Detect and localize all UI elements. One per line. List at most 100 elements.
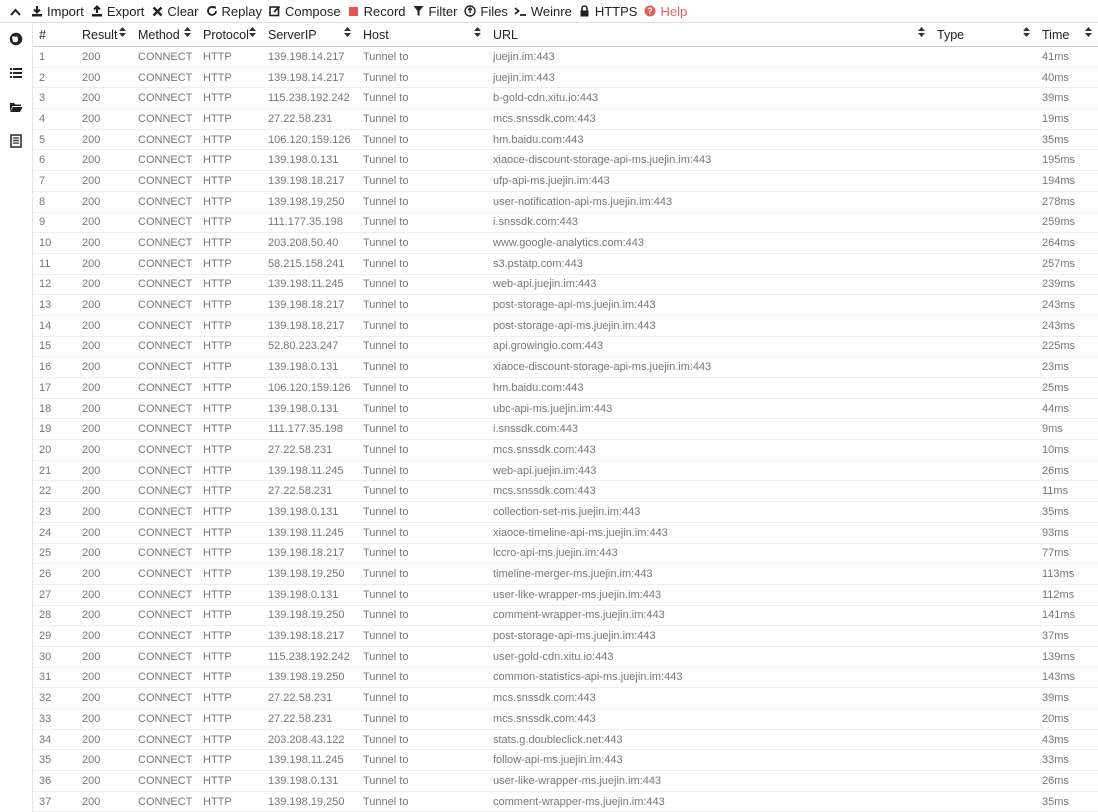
cell-host: Tunnel to [357, 232, 487, 254]
cell-index: 23 [33, 501, 76, 523]
column-header-time[interactable]: Time [1036, 23, 1098, 47]
cell-time: 33ms [1036, 749, 1098, 772]
table-row[interactable]: 2 200 CONNECT HTTP 139.198.14.217 Tunnel to ju… [33, 67, 1098, 89]
sidebar-network-button[interactable] [0, 23, 32, 57]
column-header-result[interactable]: Result [76, 23, 132, 47]
cell-result: 200 [76, 460, 132, 482]
table-row[interactable]: 7 200 CONNECT HTTP 139.198.18.217 Tunnel to uf… [33, 170, 1098, 192]
export-button[interactable]: Export [90, 0, 151, 22]
cell-protocol: HTTP [197, 253, 262, 275]
table-row[interactable]: 4 200 CONNECT HTTP 27.22.58.231 Tunnel to mcs.… [33, 108, 1098, 130]
sidebar-folder-button[interactable] [0, 91, 32, 125]
cell-result: 200 [76, 274, 132, 296]
cell-result: 200 [76, 253, 132, 275]
sidebar-values-button[interactable] [0, 125, 32, 159]
cell-host: Tunnel to [357, 294, 487, 316]
filter-button[interactable]: Filter [412, 0, 464, 22]
cell-method: CONNECT [132, 543, 197, 565]
cell-protocol: HTTP [197, 770, 262, 792]
cell-index: 35 [33, 749, 76, 772]
cell-method: CONNECT [132, 315, 197, 337]
cell-time: 10ms [1036, 439, 1098, 461]
table-row[interactable]: 35 200 CONNECT HTTP 139.198.11.245 Tunnel to f… [33, 749, 1098, 772]
cell-url: mcs.snssdk.com:443 [487, 480, 931, 503]
table-row[interactable]: 33 200 CONNECT HTTP 27.22.58.231 Tunnel to mcs… [33, 708, 1098, 730]
table-row[interactable]: 17 200 CONNECT HTTP 106.120.159.126 Tunnel to… [33, 377, 1098, 399]
cell-result: 200 [76, 46, 132, 68]
column-header-method[interactable]: Method [132, 23, 197, 47]
collapse-toolbar-button[interactable] [0, 0, 30, 22]
cell-type [931, 480, 1036, 503]
cell-result: 200 [76, 170, 132, 192]
table-row[interactable]: 36 200 CONNECT HTTP 139.198.0.131 Tunnel to us… [33, 770, 1098, 792]
table-row[interactable]: 13 200 CONNECT HTTP 139.198.18.217 Tunnel to p… [33, 294, 1098, 316]
table-row[interactable]: 23 200 CONNECT HTTP 139.198.0.131 Tunnel to co… [33, 501, 1098, 523]
cell-result: 200 [76, 749, 132, 772]
table-row[interactable]: 24 200 CONNECT HTTP 139.198.11.245 Tunnel to x… [33, 522, 1098, 544]
cell-host: Tunnel to [357, 460, 487, 482]
table-row[interactable]: 8 200 CONNECT HTTP 139.198.19.250 Tunnel to us… [33, 191, 1098, 213]
cell-type [931, 315, 1036, 337]
cell-server-ip: 139.198.18.217 [262, 543, 357, 565]
table-row[interactable]: 11 200 CONNECT HTTP 58.215.158.241 Tunnel to s… [33, 253, 1098, 275]
table-row[interactable]: 26 200 CONNECT HTTP 139.198.19.250 Tunnel to t… [33, 563, 1098, 585]
table-row[interactable]: 37 200 CONNECT HTTP 139.198.19.250 Tunnel to c… [33, 791, 1098, 812]
replay-button[interactable]: Replay [205, 0, 268, 22]
column-header-label: URL [493, 27, 519, 42]
import-button[interactable]: Import [30, 0, 90, 22]
cell-method: CONNECT [132, 687, 197, 709]
table-row[interactable]: 25 200 CONNECT HTTP 139.198.18.217 Tunnel to l… [33, 543, 1098, 565]
table-row[interactable]: 31 200 CONNECT HTTP 139.198.19.250 Tunnel to c… [33, 667, 1098, 689]
column-header-index[interactable]: # [33, 23, 76, 47]
cell-type [931, 377, 1036, 399]
table-row[interactable]: 1 200 CONNECT HTTP 139.198.14.217 Tunnel to ju… [33, 46, 1098, 68]
rules-icon [9, 66, 23, 83]
column-header-url[interactable]: URL [487, 23, 931, 47]
column-header-protocol[interactable]: Protocol [197, 23, 262, 47]
table-row[interactable]: 22 200 CONNECT HTTP 27.22.58.231 Tunnel to mcs… [33, 480, 1098, 503]
cell-time: 257ms [1036, 253, 1098, 275]
record-button[interactable]: Record [347, 0, 412, 22]
table-row[interactable]: 21 200 CONNECT HTTP 139.198.11.245 Tunnel to w… [33, 460, 1098, 482]
table-row[interactable]: 20 200 CONNECT HTTP 27.22.58.231 Tunnel to mcs… [33, 439, 1098, 461]
table-row[interactable]: 14 200 CONNECT HTTP 139.198.18.217 Tunnel to p… [33, 315, 1098, 337]
table-row[interactable]: 9 200 CONNECT HTTP 111.177.35.198 Tunnel to i.… [33, 212, 1098, 234]
table-row[interactable]: 27 200 CONNECT HTTP 139.198.0.131 Tunnel to us… [33, 584, 1098, 606]
cell-host: Tunnel to [357, 356, 487, 378]
table-row[interactable]: 10 200 CONNECT HTTP 203.208.50.40 Tunnel to ww… [33, 232, 1098, 254]
cell-host: Tunnel to [357, 377, 487, 399]
column-header-type[interactable]: Type [931, 23, 1036, 47]
cell-server-ip: 139.198.14.217 [262, 46, 357, 68]
table-row[interactable]: 30 200 CONNECT HTTP 115.238.192.242 Tunnel to… [33, 646, 1098, 668]
cell-protocol: HTTP [197, 501, 262, 523]
table-row[interactable]: 5 200 CONNECT HTTP 106.120.159.126 Tunnel to h… [33, 129, 1098, 151]
column-header-server-ip[interactable]: ServerIP [262, 23, 357, 47]
column-header-host[interactable]: Host [357, 23, 487, 47]
table-row[interactable]: 34 200 CONNECT HTTP 203.208.43.122 Tunnel to s… [33, 729, 1098, 751]
help-button[interactable]: ? Help [643, 0, 693, 22]
weinre-button[interactable]: Weinre [514, 0, 578, 22]
files-button[interactable]: Files [463, 0, 513, 22]
table-row[interactable]: 19 200 CONNECT HTTP 111.177.35.198 Tunnel to i… [33, 418, 1098, 441]
cell-index: 19 [33, 418, 76, 441]
table-row[interactable]: 12 200 CONNECT HTTP 139.198.11.245 Tunnel to w… [33, 274, 1098, 296]
table-row[interactable]: 29 200 CONNECT HTTP 139.198.18.217 Tunnel to p… [33, 625, 1098, 647]
table-row[interactable]: 28 200 CONNECT HTTP 139.198.19.250 Tunnel to c… [33, 605, 1098, 627]
table-row[interactable]: 32 200 CONNECT HTTP 27.22.58.231 Tunnel to mcs… [33, 687, 1098, 709]
cell-host: Tunnel to [357, 543, 487, 565]
values-icon [9, 133, 23, 151]
table-row[interactable]: 15 200 CONNECT HTTP 52.80.223.247 Tunnel to ap… [33, 336, 1098, 358]
https-button[interactable]: HTTPS [578, 0, 644, 22]
sidebar-rules-button[interactable] [0, 57, 32, 91]
table-row[interactable]: 16 200 CONNECT HTTP 139.198.0.131 Tunnel to xi… [33, 356, 1098, 378]
table-row[interactable]: 6 200 CONNECT HTTP 139.198.0.131 Tunnel to xia… [33, 149, 1098, 172]
cell-url: b-gold-cdn.xitu.io:443 [487, 87, 931, 110]
cell-protocol: HTTP [197, 46, 262, 68]
cell-url: i.snssdk.com:443 [487, 212, 931, 234]
cell-url: ubc-api-ms.juejin.im:443 [487, 398, 931, 420]
clear-button[interactable]: Clear [150, 0, 204, 22]
cell-server-ip: 111.177.35.198 [262, 212, 357, 234]
compose-button[interactable]: Compose [268, 0, 347, 22]
table-row[interactable]: 18 200 CONNECT HTTP 139.198.0.131 Tunnel to ub… [33, 398, 1098, 420]
table-row[interactable]: 3 200 CONNECT HTTP 115.238.192.242 Tunnel to b… [33, 87, 1098, 110]
